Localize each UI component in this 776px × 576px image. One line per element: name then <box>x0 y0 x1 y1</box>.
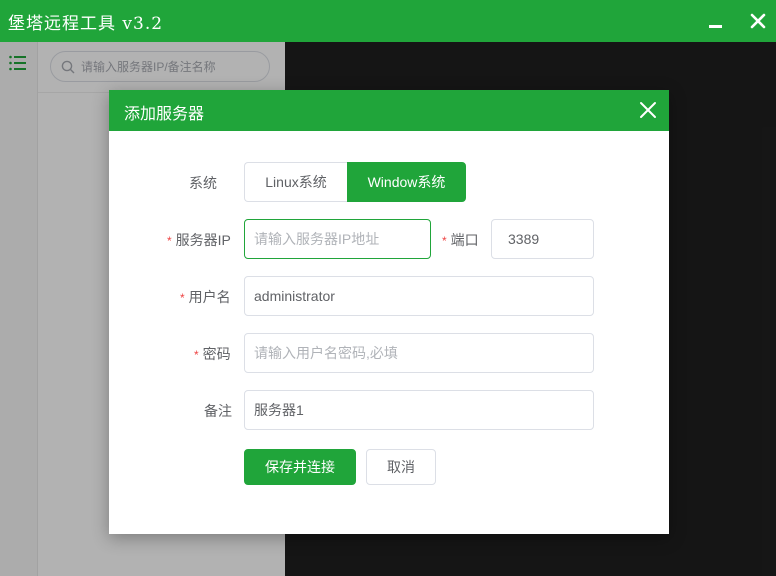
windows-option-button[interactable]: Window系统 <box>347 162 466 202</box>
required-mark: * <box>194 348 199 362</box>
title-bar: 堡塔远程工具 v3.2 <box>0 0 776 42</box>
username-label: * 用户名 <box>180 287 231 307</box>
username-input[interactable] <box>244 276 594 316</box>
password-input[interactable] <box>244 333 594 373</box>
required-mark: * <box>442 234 447 248</box>
add-server-dialog: 添加服务器 系统 Linux系统 Window系统 *服务器IP *端口 *用户… <box>109 90 669 534</box>
username-label-text: 用户名 <box>188 289 231 305</box>
dialog-title: 添加服务器 <box>124 106 205 123</box>
server-ip-label: * 服务器IP <box>167 230 231 250</box>
required-mark: * <box>180 291 185 305</box>
remark-label: 备注 <box>204 403 232 419</box>
close-window-button[interactable] <box>743 6 773 36</box>
required-mark: * <box>167 234 172 248</box>
close-icon[interactable] <box>636 98 660 122</box>
server-ip-label-text: 服务器IP <box>175 232 231 248</box>
port-input[interactable] <box>491 219 594 259</box>
remark-input[interactable] <box>244 390 594 430</box>
port-label-text: 端口 <box>450 232 479 248</box>
server-ip-input[interactable] <box>244 219 431 259</box>
app-title: 堡塔远程工具 v3.2 <box>8 14 164 34</box>
password-label-text: 密码 <box>202 346 231 362</box>
system-selector: Linux系统 Window系统 <box>244 162 466 202</box>
system-label: 系统 <box>189 175 217 191</box>
port-label: * 端口 <box>442 230 479 250</box>
dialog-header: 添加服务器 <box>109 90 669 131</box>
minimize-icon <box>708 24 722 28</box>
linux-option-button[interactable]: Linux系统 <box>244 162 347 202</box>
close-icon <box>750 13 766 29</box>
minimize-button[interactable] <box>700 6 730 36</box>
cancel-button[interactable]: 取消 <box>366 449 436 485</box>
save-and-connect-button[interactable]: 保存并连接 <box>244 449 356 485</box>
password-label: * 密码 <box>194 344 231 364</box>
